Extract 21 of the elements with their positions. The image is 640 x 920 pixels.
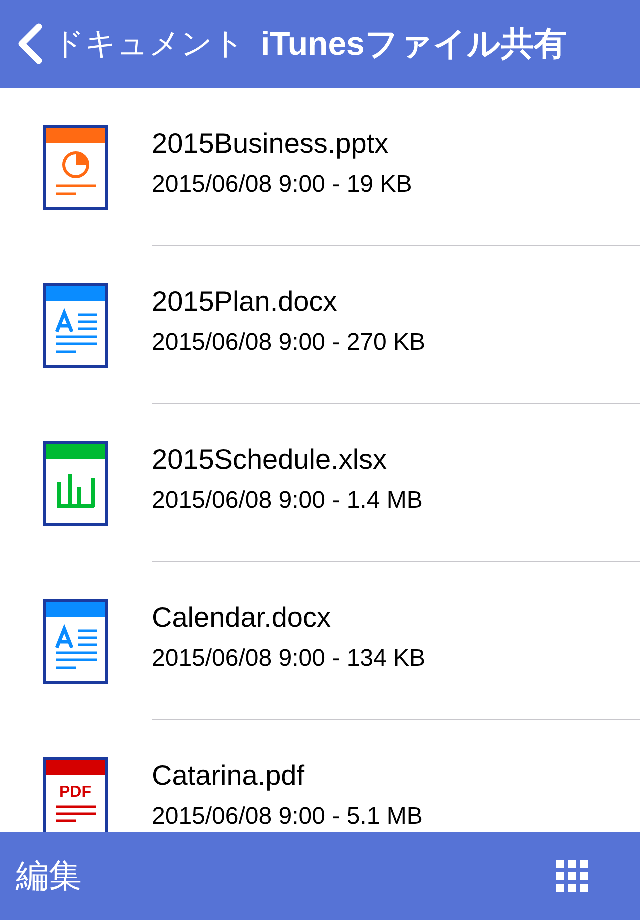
grid-icon [556,860,588,892]
file-name: 2015Schedule.xlsx [152,442,388,476]
file-details: 2015/06/08 9:00 - 5.1 MB [152,802,423,830]
back-button[interactable]: ドキュメント [0,0,247,88]
file-name: 2015Plan.docx [152,284,338,318]
file-name: Calendar.docx [152,600,332,634]
pdf-label: PDF [60,784,92,800]
document-file-icon [43,598,108,684]
file-details: 2015/06/08 9:00 - 19 KB [152,170,412,198]
edit-button[interactable]: 編集 [16,856,82,896]
navigation-title: iTunesファイル共有 [261,24,567,64]
bar-chart-file-icon [43,440,108,526]
file-name: 2015Business.pptx [152,126,389,160]
file-details: 2015/06/08 9:00 - 134 KB [152,644,426,672]
file-details: 2015/06/08 9:00 - 1.4 MB [152,486,423,514]
grid-view-button[interactable] [556,860,588,892]
file-details: 2015/06/08 9:00 - 270 KB [152,328,426,356]
presentation-file-icon [43,124,108,210]
chevron-left-icon [16,23,44,65]
document-file-icon [43,282,108,368]
file-name: Catarina.pdf [152,758,305,792]
